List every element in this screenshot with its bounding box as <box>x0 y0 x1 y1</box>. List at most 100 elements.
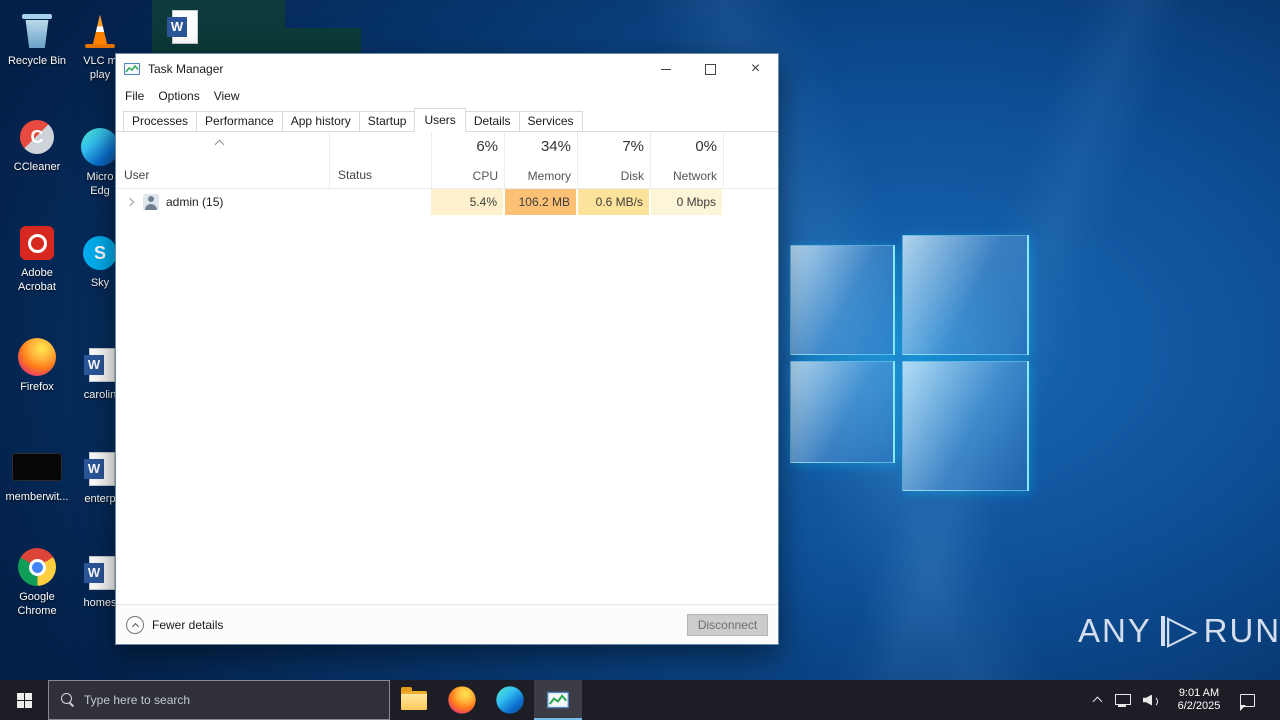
taskbar-task-manager[interactable] <box>534 680 582 720</box>
column-header-cpu[interactable]: 6% CPU <box>431 138 503 183</box>
taskbar: 9:01 AM 6/2/2025 <box>0 680 1280 720</box>
column-header-network[interactable]: 0% Network <box>650 138 722 183</box>
desktop-icon-memberwit[interactable]: memberwit... <box>1 446 73 504</box>
network-total: 0% <box>695 138 717 155</box>
desktop: ANY ▷ RUN Recycle Bin CCleaner Adobe Acr… <box>0 0 1280 720</box>
menu-bar: File Options View <box>116 84 778 108</box>
user-name: admin (15) <box>166 195 224 209</box>
minimize-button[interactable] <box>643 55 688 84</box>
clock-date: 6/2/2025 <box>1177 700 1221 712</box>
fewer-details-toggle[interactable]: Fewer details <box>126 616 223 634</box>
play-icon: ▷ <box>1166 607 1200 652</box>
recycle-bin-icon <box>1 10 73 52</box>
search-icon <box>61 693 75 707</box>
tab-performance[interactable]: Performance <box>196 111 283 132</box>
desktop-icon-label: Adobe Acrobat <box>18 267 56 293</box>
windows-logo-pane <box>902 235 1029 355</box>
fewer-details-label: Fewer details <box>152 618 224 632</box>
windows-start-icon <box>16 692 32 708</box>
network-label: Network <box>672 169 717 183</box>
user-row-admin[interactable]: admin (15) 5.4% 106.2 MB 0.6 MB/s 0 Mbps <box>116 189 778 215</box>
column-header-memory[interactable]: 34% Memory <box>504 138 576 183</box>
search-input[interactable] <box>84 693 364 707</box>
windows-logo-pane <box>902 361 1029 491</box>
tab-startup[interactable]: Startup <box>358 111 416 132</box>
file-explorer-icon <box>401 686 427 710</box>
tab-app-history[interactable]: App history <box>281 111 360 132</box>
anyrun-logo-bar <box>1160 616 1165 646</box>
volume-icon[interactable] <box>1143 694 1158 707</box>
title-bar[interactable]: Task Manager <box>116 54 778 84</box>
taskbar-search[interactable] <box>48 680 390 720</box>
desktop-icon-recycle-bin[interactable]: Recycle Bin <box>1 10 73 68</box>
ccleaner-icon <box>1 116 73 158</box>
disk-label: Disk <box>620 169 644 183</box>
anyrun-watermark-right: RUN <box>1203 612 1280 649</box>
tab-processes[interactable]: Processes <box>123 111 198 132</box>
chrome-icon <box>1 546 73 588</box>
task-manager-icon <box>124 63 140 75</box>
cell-memory: 106.2 MB <box>505 189 576 215</box>
menu-view[interactable]: View <box>207 84 247 108</box>
maximize-button[interactable] <box>688 55 733 84</box>
taskbar-firefox[interactable] <box>438 680 486 720</box>
adobe-acrobat-icon <box>1 222 73 264</box>
disk-total: 7% <box>622 138 644 155</box>
desktop-icon-adobe-acrobat[interactable]: Adobe Acrobat <box>1 222 73 294</box>
desktop-icon-word-document[interactable] <box>147 6 219 48</box>
menu-file[interactable]: File <box>118 84 151 108</box>
sort-ascending-icon <box>214 139 225 150</box>
cell-disk: 0.6 MB/s <box>578 189 649 215</box>
disconnect-button[interactable]: Disconnect <box>687 614 768 636</box>
system-tray: 9:01 AM 6/2/2025 <box>1092 680 1280 720</box>
collapse-circle-icon <box>126 616 144 634</box>
taskbar-file-explorer[interactable] <box>390 680 438 720</box>
desktop-icon-label: Firefox <box>20 381 54 393</box>
expand-chevron-icon[interactable] <box>125 197 135 207</box>
tab-users[interactable]: Users <box>414 108 466 132</box>
taskbar-clock[interactable]: 9:01 AM 6/2/2025 <box>1171 687 1227 713</box>
desktop-icon-label: memberwit... <box>5 491 69 503</box>
user-avatar-icon <box>143 194 159 210</box>
windows-logo-pane <box>790 245 895 355</box>
action-center-icon[interactable] <box>1240 693 1255 711</box>
start-button[interactable] <box>0 680 48 720</box>
edge-icon <box>496 686 524 714</box>
footer-bar: Fewer details Disconnect <box>116 604 778 644</box>
tab-services[interactable]: Services <box>518 111 583 132</box>
firefox-icon <box>1 336 73 378</box>
clock-time: 9:01 AM <box>1178 687 1220 699</box>
desktop-icon-label: Recycle Bin <box>7 55 67 67</box>
desktop-icon-ccleaner[interactable]: CCleaner <box>1 116 73 174</box>
windows-logo-wallpaper <box>740 185 1082 543</box>
column-header-user[interactable]: User <box>124 168 149 182</box>
cell-cpu: 5.4% <box>431 189 503 215</box>
word-document-icon <box>147 6 219 48</box>
taskbar-edge[interactable] <box>486 680 534 720</box>
hidden-icons-chevron-icon[interactable] <box>1092 696 1103 707</box>
desktop-icon-google-chrome[interactable]: Google Chrome <box>1 546 73 618</box>
tab-strip: Processes Performance App history Startu… <box>116 108 778 132</box>
column-headers: User Status 6% CPU 34% Memory 7% Disk 0%… <box>116 132 778 189</box>
anyrun-watermark: ANY ▷ RUN <box>1078 607 1280 652</box>
cpu-label: CPU <box>472 169 498 183</box>
column-header-disk[interactable]: 7% Disk <box>577 138 649 183</box>
menu-options[interactable]: Options <box>151 84 206 108</box>
anyrun-watermark-left: ANY <box>1078 612 1152 649</box>
task-manager-icon <box>547 691 569 709</box>
column-header-status[interactable]: Status <box>338 168 372 182</box>
close-button[interactable] <box>733 55 778 84</box>
firefox-icon <box>448 686 476 714</box>
tab-details[interactable]: Details <box>464 111 520 132</box>
cell-network: 0 Mbps <box>651 189 722 215</box>
window-title: Task Manager <box>148 62 224 76</box>
memberwit-icon <box>1 446 73 488</box>
vlc-icon <box>64 10 136 52</box>
task-manager-window: Task Manager File Options View Processes… <box>115 53 779 645</box>
desktop-icon-firefox[interactable]: Firefox <box>1 336 73 394</box>
desktop-icon-label: CCleaner <box>13 161 61 173</box>
cpu-total: 6% <box>476 138 498 155</box>
desktop-icon-label: Google Chrome <box>17 591 57 617</box>
network-icon[interactable] <box>1114 693 1131 707</box>
windows-logo-pane <box>790 361 895 463</box>
